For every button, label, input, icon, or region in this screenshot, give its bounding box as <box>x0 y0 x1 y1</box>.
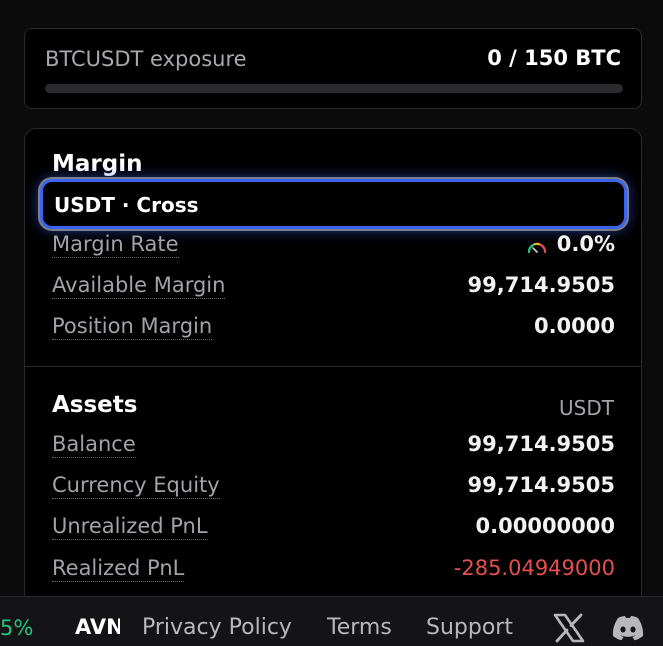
position-margin-row: Position Margin 0.0000 <box>52 314 615 346</box>
discord-icon[interactable] <box>611 615 645 641</box>
position-margin-value: 0.0000 <box>533 314 615 338</box>
currency-equity-value: 99,714.9505 <box>467 473 615 497</box>
exposure-card: BTCUSDT exposure 0 / 150 BTC <box>24 28 642 109</box>
margin-mode-selector[interactable]: USDT · Cross <box>40 179 627 229</box>
realized-pnl-value: -285.04949000 <box>453 556 615 580</box>
unrealized-pnl-value: 0.00000000 <box>475 514 615 538</box>
ticker-symbol[interactable]: AVN <box>75 615 120 639</box>
margin-rate-row: Margin Rate 0.0% <box>52 232 615 264</box>
realized-pnl-label[interactable]: Realized PnL <box>52 556 185 582</box>
exposure-value: 0 / 150 BTC <box>487 46 621 70</box>
unrealized-pnl-label[interactable]: Unrealized PnL <box>52 514 208 540</box>
position-margin-label[interactable]: Position Margin <box>52 314 213 340</box>
footer-bar: 5% AVN Privacy Policy Terms Support <box>0 596 663 646</box>
unrealized-pnl-row: Unrealized PnL 0.00000000 <box>52 514 615 546</box>
ticker-change: 5% <box>0 616 34 640</box>
currency-equity-label[interactable]: Currency Equity <box>52 473 220 499</box>
available-margin-label[interactable]: Available Margin <box>52 273 226 299</box>
margin-rate-value: 0.0% <box>556 232 615 256</box>
balance-row: Balance 99,714.9505 <box>52 432 615 464</box>
account-card: Margin USDT · Cross Margin Rate 0.0% Ava… <box>24 128 642 646</box>
x-icon[interactable] <box>553 613 585 643</box>
realized-pnl-row: Realized PnL -285.04949000 <box>52 556 615 588</box>
page: BTCUSDT exposure 0 / 150 BTC Margin USDT… <box>0 0 663 646</box>
exposure-label: BTCUSDT exposure <box>45 47 247 71</box>
currency-equity-row: Currency Equity 99,714.9505 <box>52 473 615 505</box>
support-link[interactable]: Support <box>426 615 513 640</box>
terms-link[interactable]: Terms <box>327 615 392 640</box>
margin-rate-label[interactable]: Margin Rate <box>52 232 179 258</box>
balance-label[interactable]: Balance <box>52 432 136 458</box>
assets-currency: USDT <box>559 396 614 420</box>
balance-value: 99,714.9505 <box>467 432 615 456</box>
section-divider <box>25 366 641 367</box>
gauge-icon <box>527 242 547 253</box>
assets-title: Assets <box>52 392 138 418</box>
margin-mode-label: USDT · Cross <box>54 193 199 217</box>
privacy-policy-link[interactable]: Privacy Policy <box>142 615 292 640</box>
available-margin-value: 99,714.9505 <box>467 273 615 297</box>
margin-title: Margin <box>52 151 143 177</box>
exposure-progress-bar <box>45 84 623 93</box>
available-margin-row: Available Margin 99,714.9505 <box>52 273 615 305</box>
